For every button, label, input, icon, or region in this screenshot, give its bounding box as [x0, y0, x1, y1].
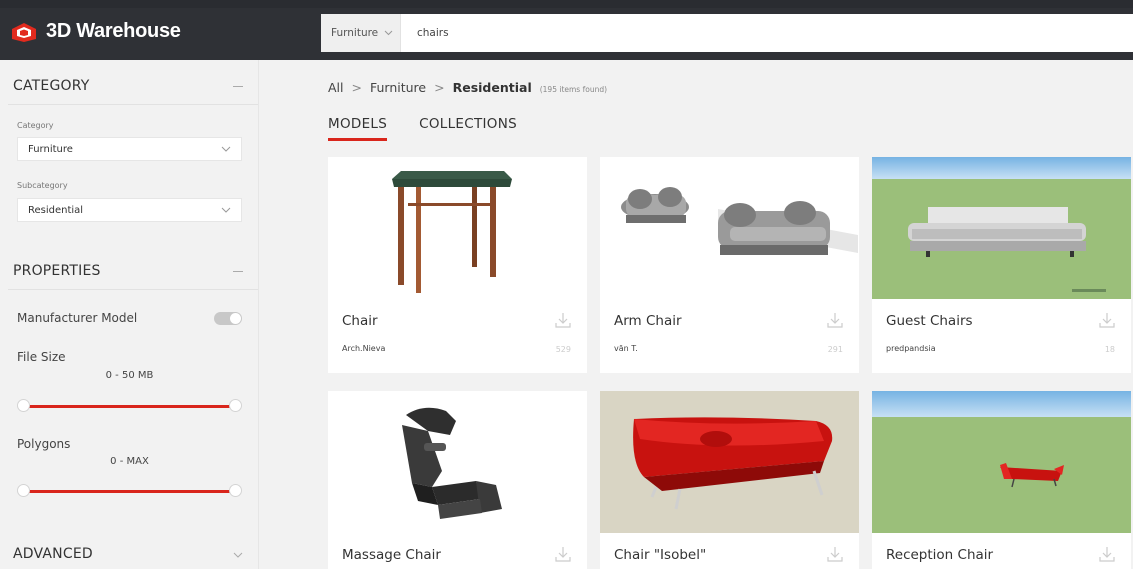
model-thumbnail[interactable]	[328, 157, 587, 299]
download-count: 291	[827, 345, 843, 354]
search-category-dropdown[interactable]: Furniture	[321, 14, 401, 52]
category-heading: CATEGORY	[13, 78, 90, 94]
breadcrumb-all[interactable]: All	[328, 80, 344, 95]
advanced-section-header[interactable]: ADVANCED	[13, 546, 243, 562]
properties-heading: PROPERTIES	[13, 263, 101, 279]
top-bar: 3D Warehouse Furniture	[0, 0, 1133, 60]
tab-models[interactable]: MODELS	[328, 116, 388, 141]
download-icon[interactable]	[1099, 311, 1115, 329]
search-bar: Furniture	[321, 14, 1133, 52]
download-count: 529	[555, 345, 571, 354]
slider-track	[23, 405, 236, 408]
polygons-label: Polygons	[17, 437, 71, 451]
model-title[interactable]: Guest Chairs	[886, 313, 973, 329]
search-input[interactable]	[401, 14, 1133, 52]
download-count: 18	[1104, 345, 1115, 354]
result-tabs: MODELS COLLECTIONS	[328, 116, 517, 141]
polygons-slider[interactable]	[17, 484, 242, 498]
filter-sidebar: CATEGORY Category Furniture Subcategory …	[0, 60, 259, 569]
model-title[interactable]: Massage Chair	[342, 547, 441, 563]
download-icon[interactable]	[555, 545, 571, 563]
divider	[8, 289, 258, 290]
model-thumbnail[interactable]	[328, 391, 587, 533]
breadcrumb: All > Furniture > Residential (195 items…	[328, 80, 607, 95]
manufacturer-model-label: Manufacturer Model	[17, 311, 138, 325]
slider-track	[23, 490, 236, 493]
model-title[interactable]: Chair "Isobel"	[614, 547, 706, 563]
chevron-right-icon: >	[351, 80, 362, 95]
collapse-icon	[233, 270, 243, 272]
model-author[interactable]: Arch.Nieva	[342, 344, 385, 353]
chevron-down-icon	[221, 205, 231, 216]
file-size-slider[interactable]	[17, 399, 242, 413]
logo[interactable]: 3D Warehouse	[10, 20, 181, 43]
manufacturer-model-toggle[interactable]	[214, 312, 242, 325]
category-section-header[interactable]: CATEGORY	[13, 78, 243, 94]
chevron-right-icon: >	[434, 80, 445, 95]
model-card[interactable]: Massage Chair	[328, 391, 587, 569]
top-strip	[0, 0, 1133, 8]
category-select-value: Furniture	[28, 143, 73, 155]
download-icon[interactable]	[1099, 545, 1115, 563]
category-field-label: Category	[17, 121, 54, 130]
model-card[interactable]: Chair Arch.Nieva 529	[328, 157, 587, 373]
file-size-label: File Size	[17, 350, 66, 364]
divider	[8, 104, 258, 105]
model-title[interactable]: Chair	[342, 313, 378, 329]
model-card[interactable]: Arm Chair văn T. 291	[600, 157, 859, 373]
model-thumbnail[interactable]	[600, 157, 859, 299]
slider-max-handle[interactable]	[229, 484, 242, 497]
slider-min-handle[interactable]	[17, 399, 30, 412]
model-thumbnail[interactable]	[872, 391, 1131, 533]
warehouse-logo-icon	[10, 21, 38, 43]
download-icon[interactable]	[827, 545, 843, 563]
model-title[interactable]: Arm Chair	[614, 313, 682, 329]
file-size-range: 0 - 50 MB	[105, 370, 154, 381]
model-card[interactable]: Chair "Isobel"	[600, 391, 859, 569]
model-title[interactable]: Reception Chair	[886, 547, 993, 563]
category-select[interactable]: Furniture	[17, 137, 242, 161]
subcategory-select-value: Residential	[28, 204, 84, 216]
model-author[interactable]: văn T.	[614, 344, 638, 353]
breadcrumb-current: Residential	[452, 80, 532, 95]
slider-min-handle[interactable]	[17, 484, 30, 497]
download-icon[interactable]	[555, 311, 571, 329]
logo-text: 3D Warehouse	[46, 20, 181, 42]
advanced-heading: ADVANCED	[13, 546, 93, 562]
properties-section-header[interactable]: PROPERTIES	[13, 263, 243, 279]
results-count: (195 items found)	[539, 85, 608, 94]
chevron-down-icon	[221, 144, 231, 155]
chevron-down-icon	[233, 546, 243, 562]
model-card[interactable]: Guest Chairs predpandsia 18	[872, 157, 1131, 373]
polygons-range: 0 - MAX	[110, 456, 149, 467]
chevron-down-icon	[384, 27, 393, 39]
download-icon[interactable]	[827, 311, 843, 329]
subcategory-select[interactable]: Residential	[17, 198, 242, 222]
slider-max-handle[interactable]	[229, 399, 242, 412]
model-author[interactable]: predpandsia	[886, 344, 936, 353]
model-thumbnail[interactable]	[872, 157, 1131, 299]
model-card[interactable]: Reception Chair	[872, 391, 1131, 569]
subcategory-field-label: Subcategory	[17, 181, 68, 190]
breadcrumb-furniture[interactable]: Furniture	[370, 80, 426, 95]
search-category-value: Furniture	[331, 27, 379, 39]
model-thumbnail[interactable]	[600, 391, 859, 533]
collapse-icon	[233, 85, 243, 87]
tab-collections[interactable]: COLLECTIONS	[419, 116, 517, 138]
